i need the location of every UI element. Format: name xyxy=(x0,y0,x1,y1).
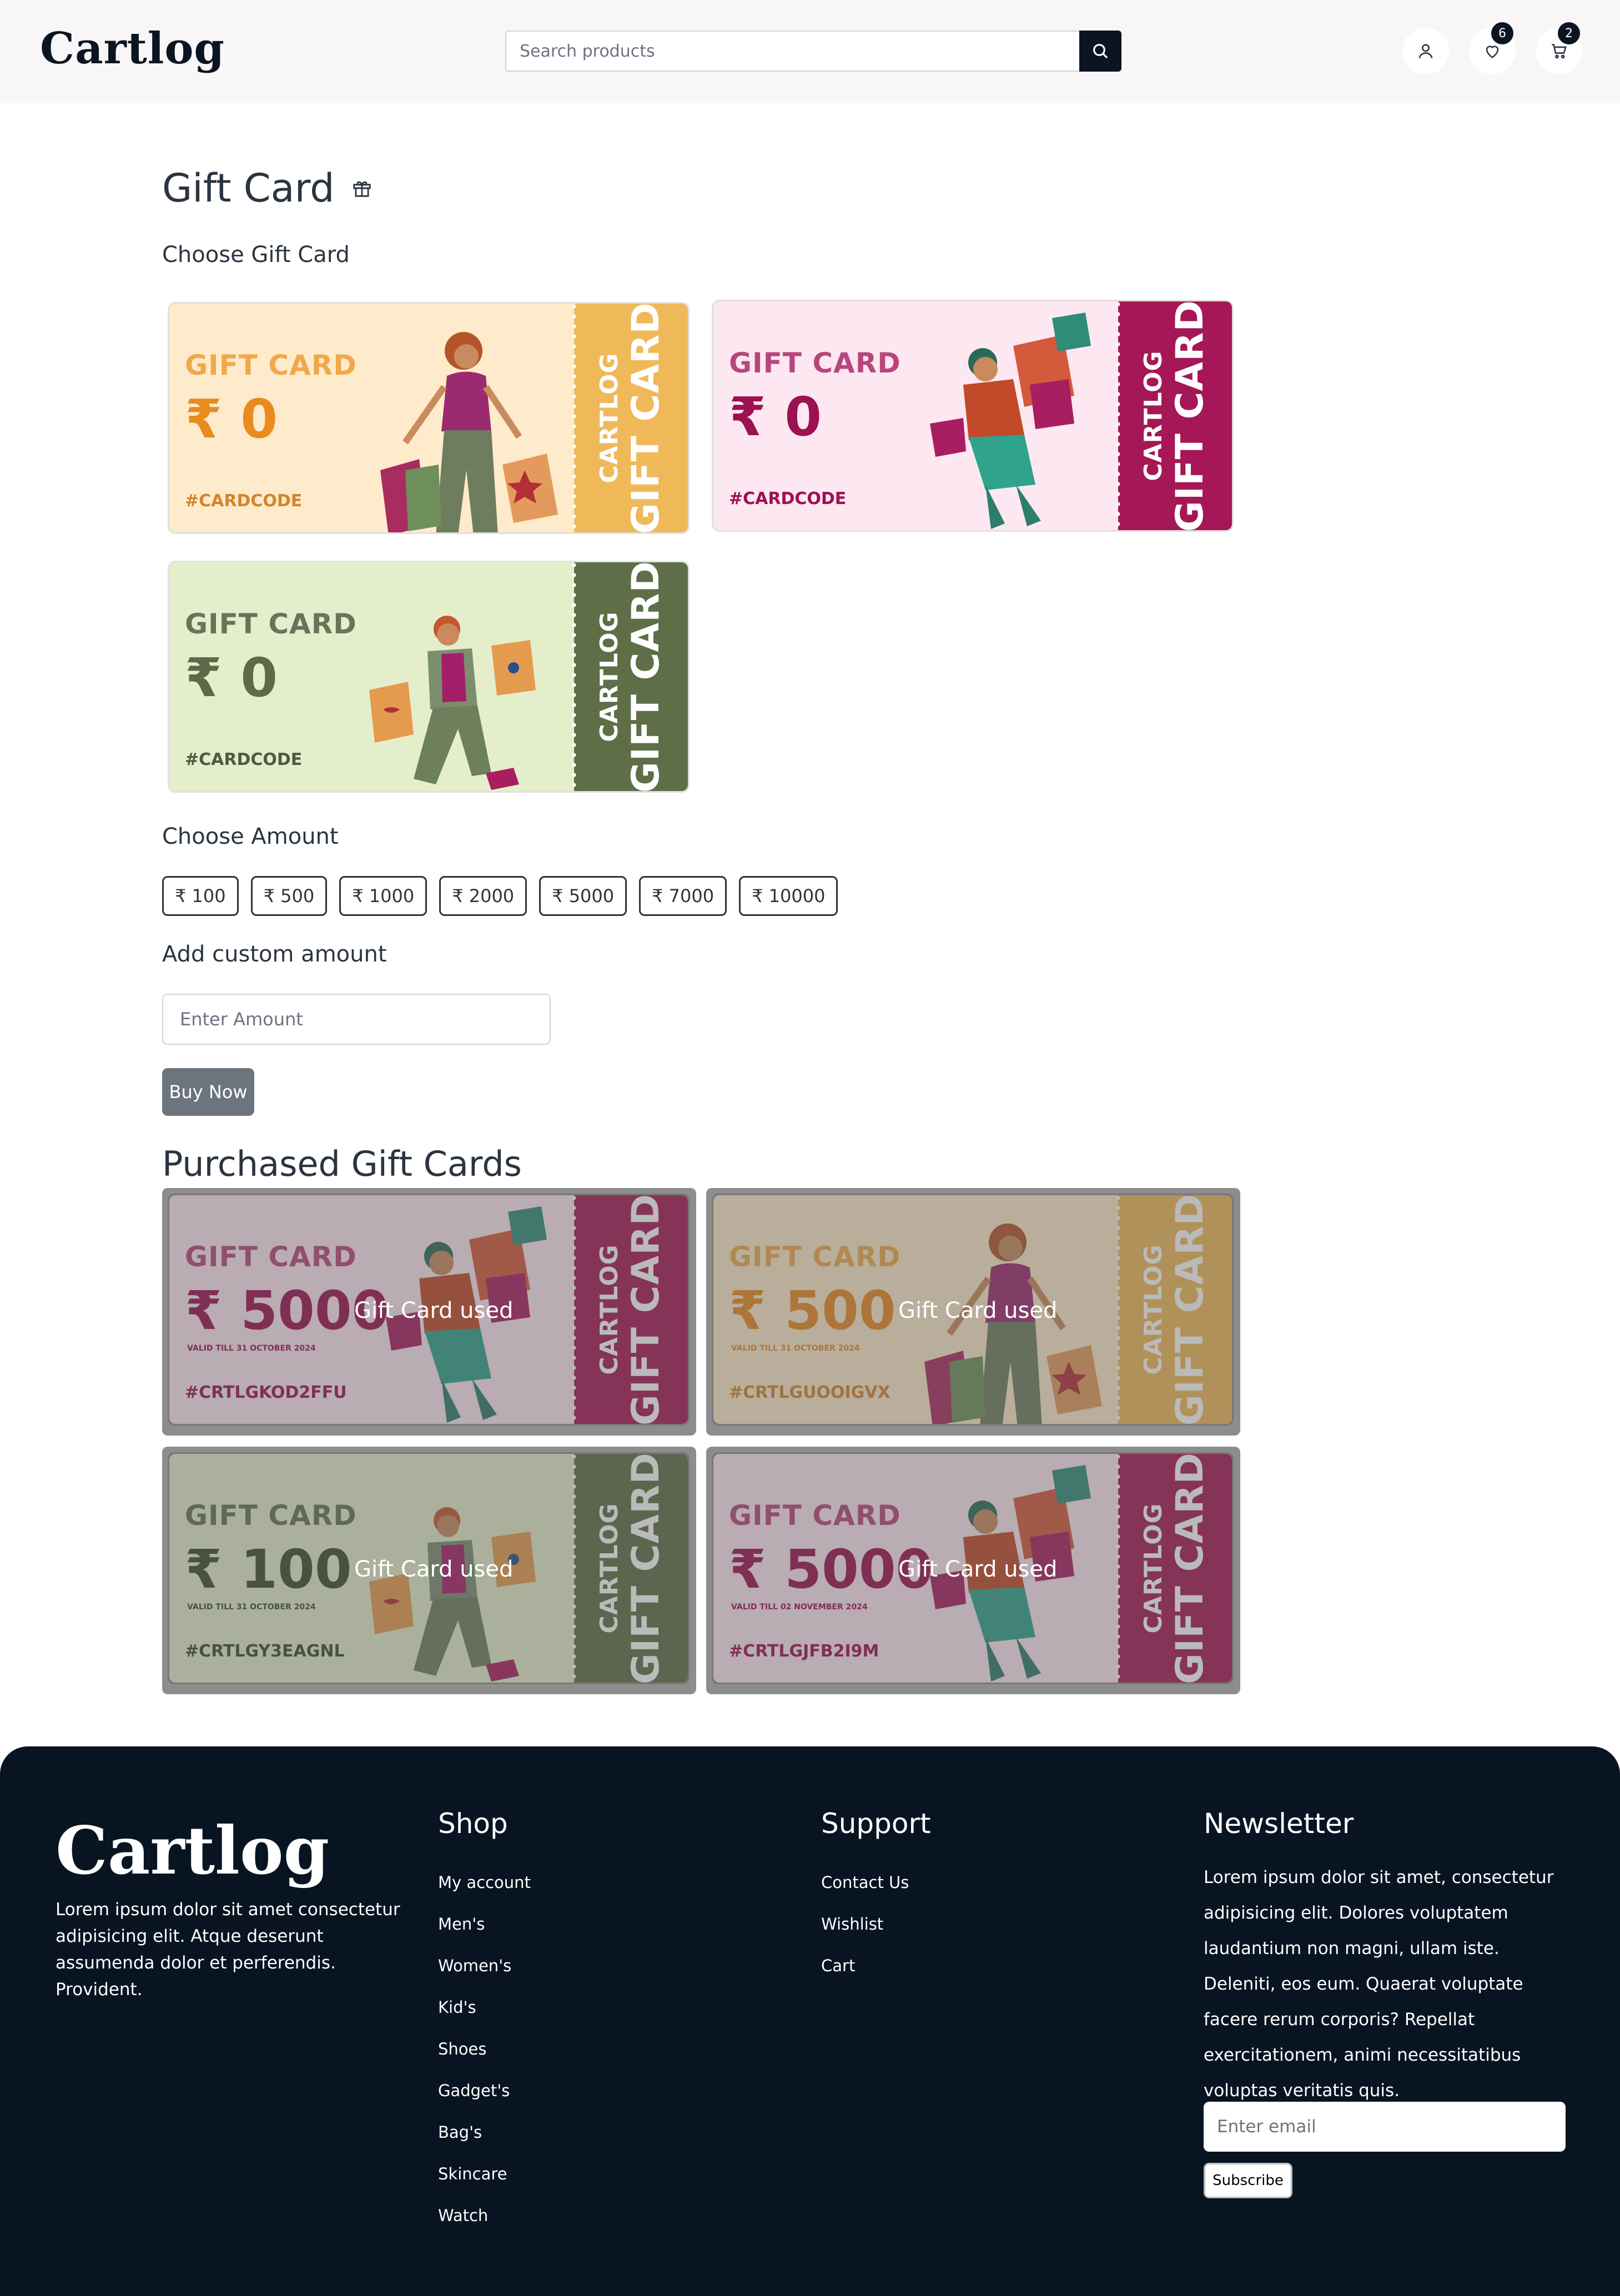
site-logo[interactable]: Cartlog xyxy=(40,23,225,74)
footer-link[interactable]: Men's xyxy=(438,1904,531,1945)
footer-shop-column: Shop My account Men's Women's Kid's Shoe… xyxy=(438,1807,531,2237)
purchased-card[interactable]: GIFT CARD ₹ 500 VALID TILL 31 OCTOBER 2024… xyxy=(706,1188,1240,1436)
used-status: Gift Card used xyxy=(354,1298,514,1323)
footer-logo[interactable]: Cartlog xyxy=(56,1812,329,1889)
search-icon xyxy=(1093,44,1108,59)
cart-count-badge: 2 xyxy=(1558,22,1580,44)
footer-about: Lorem ipsum dolor sit amet consectetur a… xyxy=(56,1900,400,2000)
card-label: GIFT CARD xyxy=(729,347,901,379)
footer-link[interactable]: Kid's xyxy=(438,1987,531,2028)
used-status: Gift Card used xyxy=(898,1298,1058,1323)
footer-link[interactable]: Cart xyxy=(821,1945,931,1987)
footer-link[interactable]: My account xyxy=(438,1862,531,1904)
footer-support-title: Support xyxy=(821,1807,931,1840)
newsletter-text: Lorem ipsum dolor sit amet, consectetur … xyxy=(1204,1867,1554,2101)
card-label: GIFT CARD xyxy=(185,349,357,381)
cart-button[interactable]: 2 xyxy=(1536,22,1582,74)
buy-now-button[interactable]: Buy Now xyxy=(162,1068,254,1116)
card-amount: ₹ 0 xyxy=(729,386,822,448)
amount-options: ₹ 100 ₹ 500 ₹ 1000 ₹ 2000 ₹ 5000 ₹ 7000 … xyxy=(162,876,838,916)
card-label: GIFT CARD xyxy=(185,608,357,640)
choose-card-label: Choose Gift Card xyxy=(162,242,350,268)
card-stub-text: CARTLOG GIFT CARD xyxy=(574,562,688,791)
purchased-card[interactable]: GIFT CARD ₹ 100 VALID TILL 31 OCTOBER 2024… xyxy=(162,1447,696,1694)
stub-brand: CARTLOG xyxy=(595,611,623,742)
cart-icon xyxy=(1552,44,1567,59)
page-title: Gift Card xyxy=(162,165,373,211)
footer-link[interactable]: Bag's xyxy=(438,2112,531,2153)
custom-amount-label: Add custom amount xyxy=(162,941,387,967)
amount-option[interactable]: ₹ 5000 xyxy=(539,876,627,916)
purchased-card[interactable]: GIFT CARD ₹ 5000 VALID TILL 31 OCTOBER 202… xyxy=(162,1188,696,1436)
page-title-text: Gift Card xyxy=(162,165,335,211)
purchased-title: Purchased Gift Cards xyxy=(162,1144,522,1184)
card-amount: ₹ 0 xyxy=(185,647,278,709)
site-header: Cartlog 6 2 xyxy=(0,0,1620,103)
footer-link[interactable]: Watch xyxy=(438,2195,531,2237)
heart-icon xyxy=(1486,46,1499,58)
amount-option[interactable]: ₹ 10000 xyxy=(739,876,838,916)
card-code: #CARDCODE xyxy=(185,491,303,511)
newsletter-title: Newsletter xyxy=(1204,1807,1354,1840)
shopper-illustration xyxy=(380,332,558,532)
card-code: #CARDCODE xyxy=(729,489,847,508)
gift-icon xyxy=(353,181,371,197)
shopper-illustration xyxy=(369,616,536,790)
card-code: #CARDCODE xyxy=(185,750,303,769)
gift-card-option[interactable]: GIFT CARD ₹ 0 #CARDCODE CARTLOG GIFT CARD xyxy=(712,300,1234,532)
search-input[interactable] xyxy=(506,32,1080,71)
search-bar xyxy=(505,31,1121,72)
footer-link[interactable]: Women's xyxy=(438,1945,531,1987)
site-footer: Cartlog Lorem ipsum dolor sit amet conse… xyxy=(0,1746,1620,2296)
card-stub-text: CARTLOG GIFT CARD xyxy=(574,304,688,532)
gift-card-option[interactable]: GIFT CARD ₹ 0 #CARDCODE CARTLOG GIFT CARD xyxy=(168,302,690,534)
user-icon xyxy=(1418,44,1433,59)
footer-support-column: Support Contact Us Wishlist Cart xyxy=(821,1807,931,1987)
amount-option[interactable]: ₹ 500 xyxy=(250,876,328,916)
stub-brand: CARTLOG xyxy=(1139,350,1168,481)
amount-option[interactable]: ₹ 2000 xyxy=(439,876,527,916)
footer-link[interactable]: Gadget's xyxy=(438,2070,531,2112)
purchased-card[interactable]: GIFT CARD ₹ 5000 VALID TILL 02 NOVEMBER 20… xyxy=(706,1447,1240,1694)
newsletter-email-input[interactable] xyxy=(1204,2102,1566,2152)
stub-brand: CARTLOG xyxy=(595,353,623,484)
amount-option[interactable]: ₹ 1000 xyxy=(339,876,427,916)
card-stub-text: CARTLOG GIFT CARD xyxy=(1118,301,1232,530)
custom-amount-input[interactable] xyxy=(162,994,551,1045)
gift-card-option[interactable]: GIFT CARD ₹ 0 #CARDCODE CARTLOG GIFT CARD xyxy=(168,561,690,793)
stub-title: GIFT CARD xyxy=(623,302,668,534)
subscribe-button[interactable]: Subscribe xyxy=(1204,2163,1292,2198)
footer-newsletter: Newsletter Lorem ipsum dolor sit amet, c… xyxy=(1204,1807,1566,2108)
account-button[interactable] xyxy=(1402,28,1449,74)
stub-title: GIFT CARD xyxy=(1168,300,1212,532)
footer-link[interactable]: Wishlist xyxy=(821,1904,931,1945)
wishlist-count-badge: 6 xyxy=(1491,22,1513,44)
footer-link[interactable]: Contact Us xyxy=(821,1862,931,1904)
stub-title: GIFT CARD xyxy=(623,561,668,793)
footer-shop-title: Shop xyxy=(438,1807,508,1840)
choose-amount-label: Choose Amount xyxy=(162,824,339,849)
footer-link[interactable]: Skincare xyxy=(438,2153,531,2195)
wishlist-button[interactable]: 6 xyxy=(1469,22,1516,74)
search-button[interactable] xyxy=(1079,31,1121,72)
shopper-illustration xyxy=(930,313,1091,529)
used-status: Gift Card used xyxy=(354,1557,514,1582)
amount-option[interactable]: ₹ 7000 xyxy=(639,876,727,916)
used-status: Gift Card used xyxy=(898,1557,1058,1582)
amount-option[interactable]: ₹ 100 xyxy=(162,876,239,916)
footer-link[interactable]: Shoes xyxy=(438,2028,531,2070)
card-amount: ₹ 0 xyxy=(185,388,278,450)
